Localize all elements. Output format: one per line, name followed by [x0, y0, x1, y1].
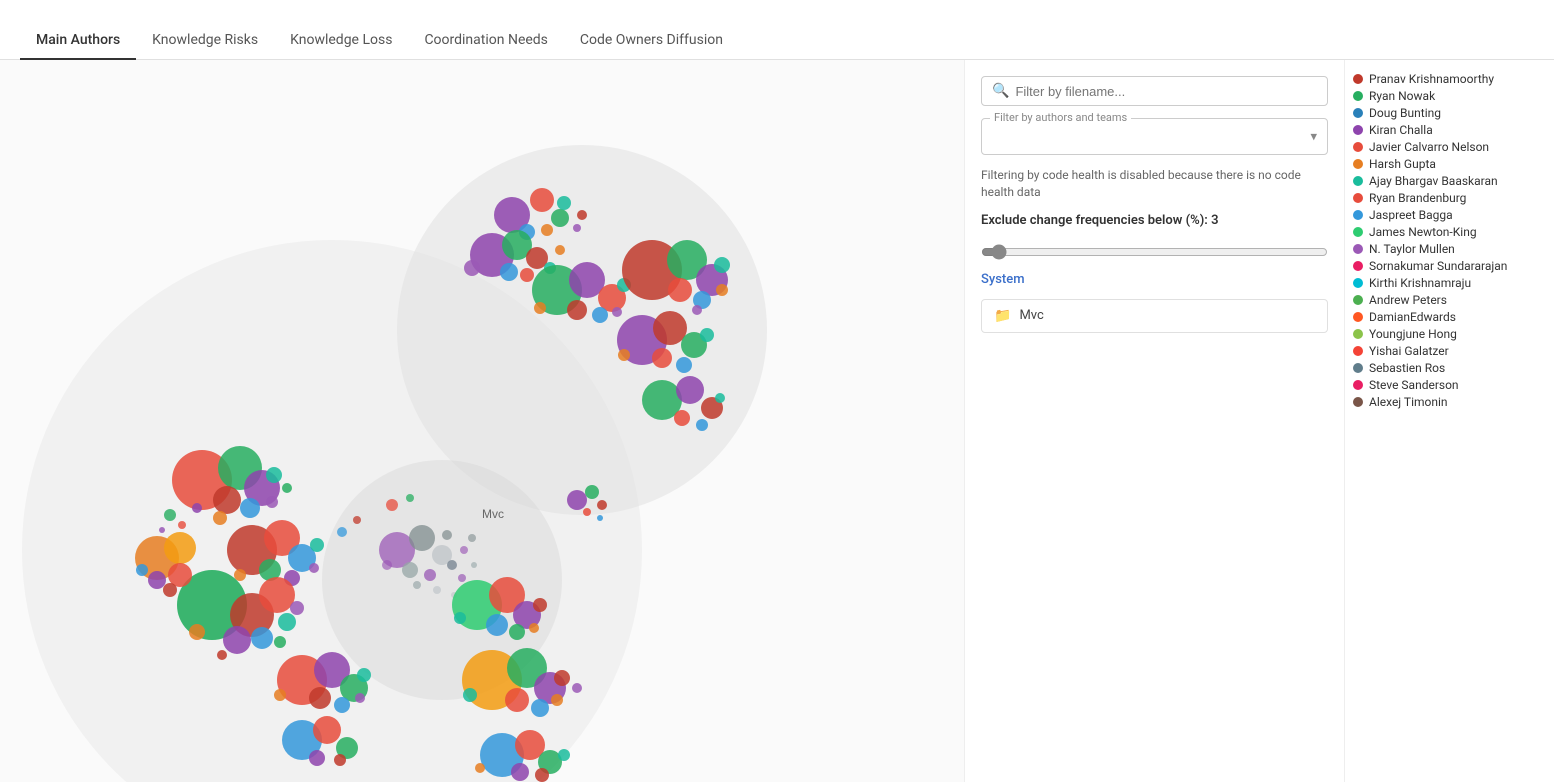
legend-item: Steve Sanderson [1353, 378, 1546, 392]
legend-item: Pranav Krishnamoorthy [1353, 72, 1546, 86]
legend-label: Kirthi Krishnamraju [1369, 276, 1471, 290]
filter-authors-container: Filter by authors and teams ▾ [981, 118, 1328, 155]
exclude-freq-label: Exclude change frequencies below (%): 3 [981, 213, 1328, 228]
legend-item: Alexej Timonin [1353, 395, 1546, 409]
filter-authors-select[interactable] [982, 119, 1327, 154]
legend-label: Javier Calvarro Nelson [1369, 140, 1489, 154]
legend-dot [1353, 295, 1363, 305]
legend-item: DamianEdwards [1353, 310, 1546, 324]
legend-dot [1353, 159, 1363, 169]
legend-label: Alexej Timonin [1369, 395, 1448, 409]
legend-label: Sornakumar Sundararajan [1369, 259, 1507, 273]
folder-icon: 📁 [994, 308, 1011, 324]
legend-dot [1353, 91, 1363, 101]
tab-knowledge-risks[interactable]: Knowledge Risks [136, 22, 274, 60]
legend-item: Doug Bunting [1353, 106, 1546, 120]
legend-dot [1353, 227, 1363, 237]
search-icon: 🔍 [992, 83, 1009, 99]
legend-label: DamianEdwards [1369, 310, 1456, 324]
legend-dot [1353, 125, 1363, 135]
legend-dot [1353, 193, 1363, 203]
legend-dot [1353, 210, 1363, 220]
legend-item: Kiran Challa [1353, 123, 1546, 137]
legend-dot [1353, 312, 1363, 322]
main-area: Mvc [0, 60, 1554, 782]
legend-item: Sornakumar Sundararajan [1353, 259, 1546, 273]
legend-item: Andrew Peters [1353, 293, 1546, 307]
legend-dot [1353, 142, 1363, 152]
legend-label: Jaspreet Bagga [1369, 208, 1453, 222]
legend-item: Sebastien Ros [1353, 361, 1546, 375]
visualization-area[interactable]: Mvc [0, 60, 964, 782]
legend-label: Ryan Nowak [1369, 89, 1435, 103]
legend-dot [1353, 108, 1363, 118]
legend-label: James Newton-King [1369, 225, 1477, 239]
legend: Pranav Krishnamoorthy Ryan Nowak Doug Bu… [1344, 60, 1554, 782]
legend-dot [1353, 397, 1363, 407]
folder-item-mvc[interactable]: 📁 Mvc [981, 299, 1328, 333]
legend-label: Harsh Gupta [1369, 157, 1436, 171]
system-link[interactable]: System [981, 272, 1328, 287]
tab-coordination-needs[interactable]: Coordination Needs [408, 22, 563, 60]
tab-bar: Main Authors Knowledge Risks Knowledge L… [0, 0, 1554, 60]
legend-item: Kirthi Krishnamraju [1353, 276, 1546, 290]
legend-label: N. Taylor Mullen [1369, 242, 1455, 256]
legend-item: Ryan Brandenburg [1353, 191, 1546, 205]
legend-item: Ajay Bhargav Baaskaran [1353, 174, 1546, 188]
tab-code-owners-diffusion[interactable]: Code Owners Diffusion [564, 22, 739, 60]
legend-label: Andrew Peters [1369, 293, 1447, 307]
tab-knowledge-loss[interactable]: Knowledge Loss [274, 22, 408, 60]
legend-label: Ryan Brandenburg [1369, 191, 1466, 205]
legend-dot [1353, 363, 1363, 373]
tab-main-authors[interactable]: Main Authors [20, 22, 136, 60]
frequency-slider[interactable] [981, 244, 1328, 260]
sidebar-controls: 🔍 Filter by authors and teams ▾ Filterin… [964, 60, 1344, 782]
legend-label: Ajay Bhargav Baaskaran [1369, 174, 1498, 188]
search-input[interactable] [1015, 84, 1317, 99]
legend-item: Javier Calvarro Nelson [1353, 140, 1546, 154]
filter-authors-label: Filter by authors and teams [990, 111, 1131, 124]
folder-name: Mvc [1019, 308, 1043, 323]
legend-label: Steve Sanderson [1369, 378, 1459, 392]
legend-item: Yishai Galatzer [1353, 344, 1546, 358]
legend-item: Youngjune Hong [1353, 327, 1546, 341]
svg-text:Mvc: Mvc [482, 507, 504, 521]
legend-dot [1353, 74, 1363, 84]
legend-item: N. Taylor Mullen [1353, 242, 1546, 256]
exclude-freq-value: 3 [1211, 213, 1218, 228]
legend-item: Harsh Gupta [1353, 157, 1546, 171]
legend-item: Ryan Nowak [1353, 89, 1546, 103]
code-health-note: Filtering by code health is disabled bec… [981, 167, 1328, 201]
legend-label: Youngjune Hong [1369, 327, 1457, 341]
legend-label: Sebastien Ros [1369, 361, 1445, 375]
legend-dot [1353, 261, 1363, 271]
legend-item: Jaspreet Bagga [1353, 208, 1546, 222]
legend-dot [1353, 278, 1363, 288]
legend-item: James Newton-King [1353, 225, 1546, 239]
legend-label: Doug Bunting [1369, 106, 1441, 120]
legend-label: Yishai Galatzer [1369, 344, 1449, 358]
legend-dot [1353, 380, 1363, 390]
legend-dot [1353, 329, 1363, 339]
legend-dot [1353, 244, 1363, 254]
legend-dot [1353, 346, 1363, 356]
legend-dot [1353, 176, 1363, 186]
search-box[interactable]: 🔍 [981, 76, 1328, 106]
legend-label: Pranav Krishnamoorthy [1369, 72, 1494, 86]
legend-label: Kiran Challa [1369, 123, 1433, 137]
